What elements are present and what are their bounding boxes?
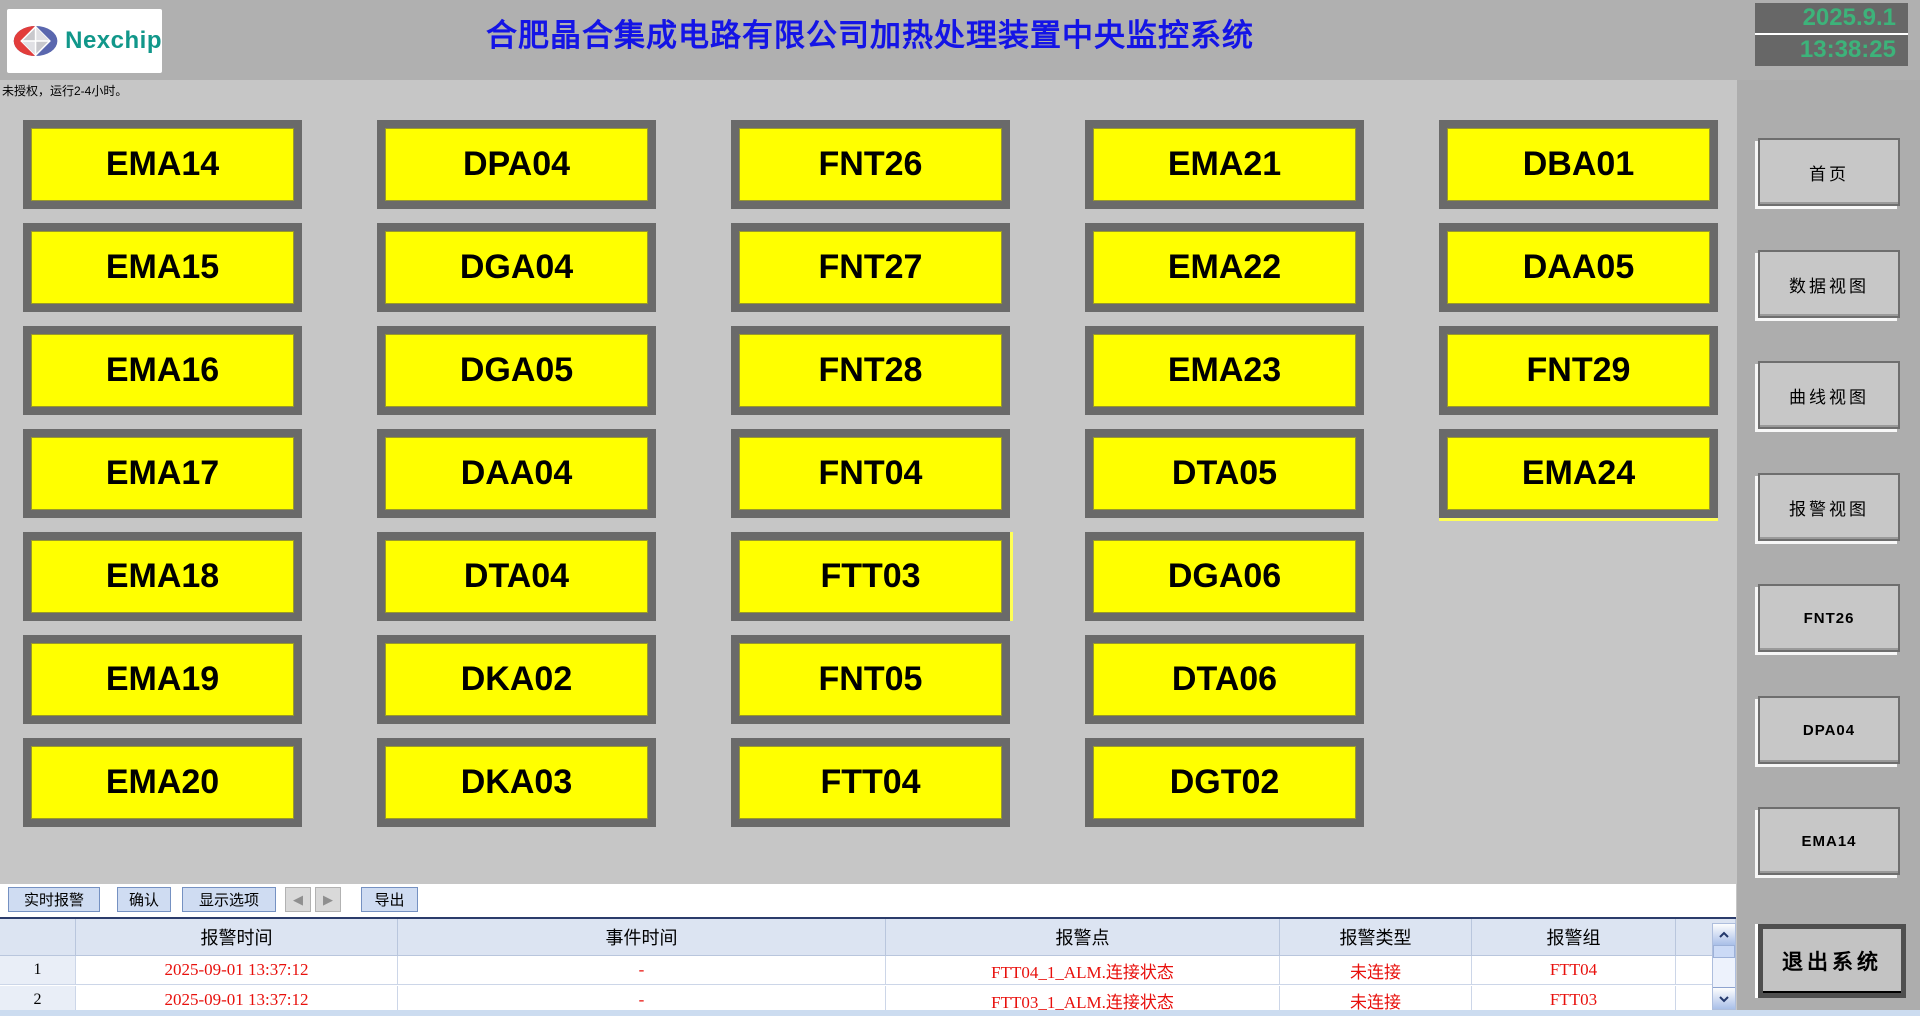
right-arrow-icon: ▶	[323, 892, 333, 908]
column-header-2: 事件时间	[398, 919, 886, 956]
alarm-table-body: 12025-09-01 13:37:12-FTT04_1_ALM.连接状态未连接…	[0, 956, 1736, 1010]
scroll-up-button[interactable]	[1713, 924, 1735, 946]
realtime-alarm-button[interactable]: 实时报警	[8, 887, 100, 912]
sidebar-nav-2-曲线视图[interactable]: 曲线视图	[1758, 361, 1900, 429]
chevron-down-icon	[1718, 995, 1730, 1003]
device-button-ema17[interactable]: EMA17	[23, 429, 302, 518]
column-header-3: 报警点	[886, 919, 1280, 956]
device-button-dga05[interactable]: DGA05	[377, 326, 656, 415]
device-button-ftt04[interactable]: FTT04	[731, 738, 1010, 827]
device-button-fnt28[interactable]: FNT28	[731, 326, 1010, 415]
device-button-fnt26[interactable]: FNT26	[731, 120, 1010, 209]
device-button-ema24[interactable]: EMA24	[1439, 429, 1718, 518]
sidebar-nav-3-报警视图[interactable]: 报警视图	[1758, 473, 1900, 541]
device-button-ema23[interactable]: EMA23	[1085, 326, 1364, 415]
device-button-dta05[interactable]: DTA05	[1085, 429, 1364, 518]
device-button-ema19[interactable]: EMA19	[23, 635, 302, 724]
clock: 2025.9.1 13:38:25	[1755, 3, 1908, 66]
device-button-fnt29[interactable]: FNT29	[1439, 326, 1718, 415]
device-button-fnt04[interactable]: FNT04	[731, 429, 1010, 518]
export-button[interactable]: 导出	[361, 887, 418, 912]
sidebar-device-dpa04[interactable]: DPA04	[1758, 696, 1900, 764]
column-header-blank-0	[0, 919, 76, 956]
device-button-ema21[interactable]: EMA21	[1085, 120, 1364, 209]
sidebar-nav-0-首页[interactable]: 首页	[1758, 138, 1900, 206]
device-button-ema18[interactable]: EMA18	[23, 532, 302, 621]
device-button-ema20[interactable]: EMA20	[23, 738, 302, 827]
status-note: 未授权，运行2-4小时。	[2, 82, 127, 99]
device-button-dba01[interactable]: DBA01	[1439, 120, 1718, 209]
alarm-cell: FTT03_1_ALM.连接状态	[886, 986, 1280, 1010]
alarm-row-1[interactable]: 12025-09-01 13:37:12-FTT04_1_ALM.连接状态未连接…	[0, 956, 1736, 986]
device-button-daa05[interactable]: DAA05	[1439, 223, 1718, 312]
device-button-fnt05[interactable]: FNT05	[731, 635, 1010, 724]
device-button-fnt27[interactable]: FNT27	[731, 223, 1010, 312]
page-title: 合肥晶合集成电路有限公司加热处理装置中央监控系统	[0, 14, 1740, 58]
device-button-ema16[interactable]: EMA16	[23, 326, 302, 415]
sidebar: 首页数据视图曲线视图报警视图 FNT26 DPA04 EMA14 退出系统	[1737, 80, 1920, 1010]
alarm-cell: 2025-09-01 13:37:12	[76, 956, 398, 985]
monitoring-screen: Nexchip 合肥晶合集成电路有限公司加热处理装置中央监控系统 2025.9.…	[0, 0, 1920, 1016]
device-button-daa04[interactable]: DAA04	[377, 429, 656, 518]
alarm-cell: FTT04	[1472, 956, 1676, 985]
alarm-panel: 实时报警确认显示选项 ◀ ▶ 导出 报警时间事件时间报警点报警类型报警组 12025-…	[0, 884, 1736, 1010]
window-bottom-edge	[0, 1010, 1920, 1016]
main-panel: 未授权，运行2-4小时。 EMA14 EMA15 EMA16 EMA17 EMA18 EM…	[0, 80, 1737, 1010]
alarm-table-header: 报警时间事件时间报警点报警类型报警组	[0, 919, 1736, 956]
alarm-cell: -	[398, 986, 886, 1010]
device-button-dta04[interactable]: DTA04	[377, 532, 656, 621]
header-bar: Nexchip 合肥晶合集成电路有限公司加热处理装置中央监控系统 2025.9.…	[0, 0, 1920, 80]
device-button-dgt02[interactable]: DGT02	[1085, 738, 1364, 827]
scroll-down-button[interactable]	[1713, 987, 1735, 1009]
device-button-dpa04[interactable]: DPA04	[377, 120, 656, 209]
device-button-ema15[interactable]: EMA15	[23, 223, 302, 312]
acknowledge-button[interactable]: 确认	[117, 887, 171, 912]
column-header-4: 报警类型	[1280, 919, 1472, 956]
alarm-cell: 未连接	[1280, 956, 1472, 985]
device-button-dka02[interactable]: DKA02	[377, 635, 656, 724]
device-button-dga06[interactable]: DGA06	[1085, 532, 1364, 621]
device-button-dka03[interactable]: DKA03	[377, 738, 656, 827]
chevron-up-icon	[1718, 931, 1730, 939]
column-header-5: 报警组	[1472, 919, 1676, 956]
exit-system-button[interactable]: 退出系统	[1758, 924, 1906, 998]
device-button-ftt03[interactable]: FTT03	[731, 532, 1010, 621]
sidebar-nav-1-数据视图[interactable]: 数据视图	[1758, 250, 1900, 318]
alarm-toolbar: 实时报警确认显示选项 ◀ ▶ 导出	[0, 884, 1736, 917]
clock-date: 2025.9.1	[1755, 3, 1908, 35]
device-button-ema14[interactable]: EMA14	[23, 120, 302, 209]
sidebar-device-ema14[interactable]: EMA14	[1758, 807, 1900, 875]
column-header-1: 报警时间	[76, 919, 398, 956]
row-number-cell: 2	[0, 986, 76, 1010]
sidebar-device-fnt26[interactable]: FNT26	[1758, 584, 1900, 652]
alarm-cell: FTT04_1_ALM.连接状态	[886, 956, 1280, 985]
device-button-dga04[interactable]: DGA04	[377, 223, 656, 312]
display-options-button[interactable]: 显示选项	[182, 887, 276, 912]
alarm-cell: 未连接	[1280, 986, 1472, 1010]
alarm-row-2[interactable]: 22025-09-01 13:37:12-FTT03_1_ALM.连接状态未连接…	[0, 986, 1736, 1010]
page-prev-button[interactable]: ◀	[285, 887, 311, 912]
device-button-ema22[interactable]: EMA22	[1085, 223, 1364, 312]
alarm-cell: FTT03	[1472, 986, 1676, 1010]
device-button-dta06[interactable]: DTA06	[1085, 635, 1364, 724]
row-number-cell: 1	[0, 956, 76, 985]
table-scrollbar[interactable]	[1712, 923, 1736, 1010]
alarm-cell: -	[398, 956, 886, 985]
scrollbar-thumb[interactable]	[1713, 945, 1735, 958]
left-arrow-icon: ◀	[293, 892, 303, 908]
alarm-cell: 2025-09-01 13:37:12	[76, 986, 398, 1010]
clock-time: 13:38:25	[1755, 35, 1908, 65]
page-next-button[interactable]: ▶	[315, 887, 341, 912]
